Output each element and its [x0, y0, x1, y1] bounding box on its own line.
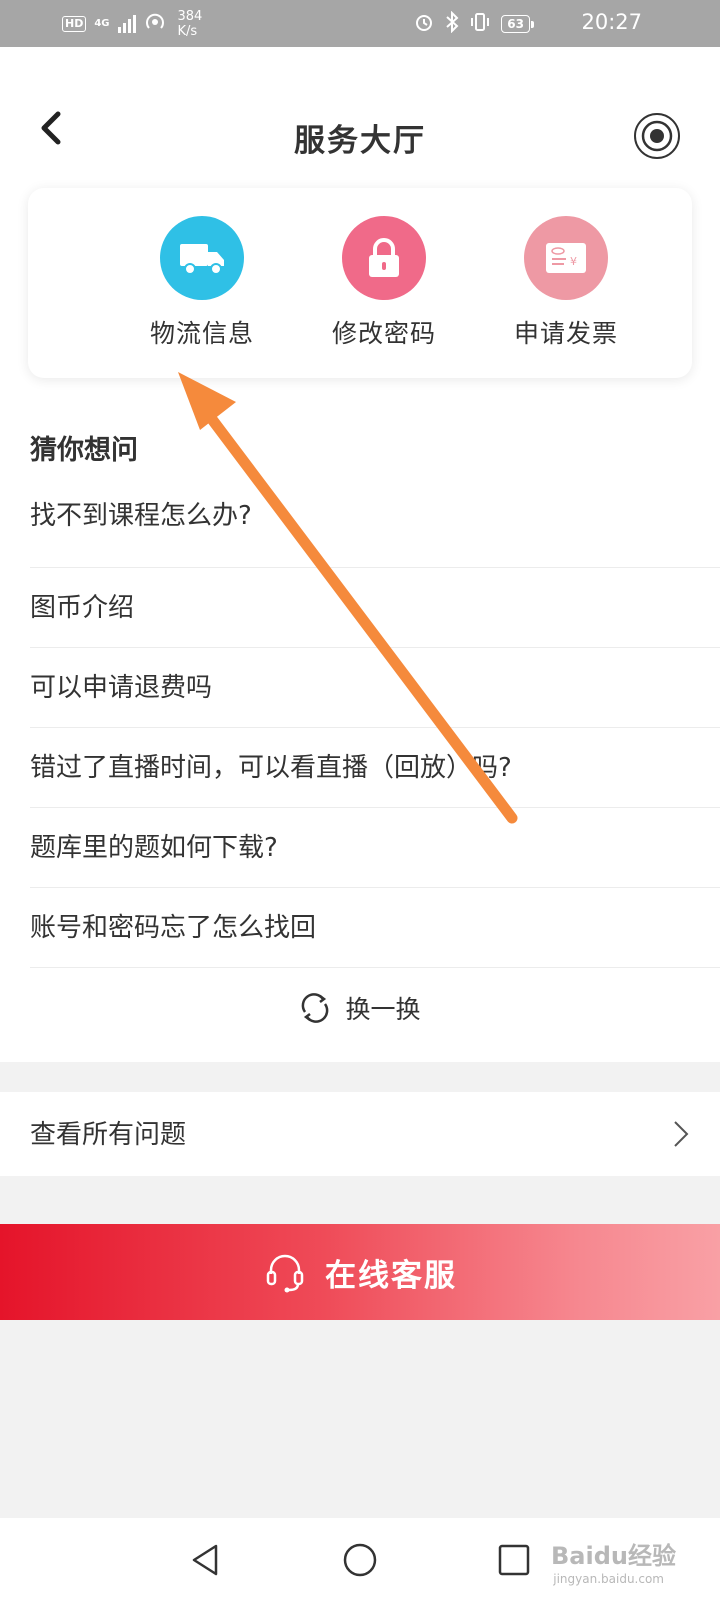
vibrate-icon [469, 11, 491, 38]
truck-icon [160, 216, 244, 300]
faq-item[interactable]: 题库里的题如何下载? [30, 808, 720, 888]
target-button[interactable] [633, 112, 681, 160]
clock: 20:27 [581, 10, 642, 34]
lock-icon [342, 216, 426, 300]
online-service-button[interactable]: 在线客服 [0, 1224, 720, 1320]
chevron-right-icon [674, 1121, 689, 1147]
service-label: 修改密码 [331, 319, 436, 348]
baidu-watermark: Baidu经验 [551, 1542, 676, 1570]
service-card: 物流信息 修改密码 ¥ 申请发票 [28, 188, 692, 378]
signal-icon [117, 15, 136, 33]
status-left: HD 4G 384 K/s [62, 6, 202, 42]
network-speed: 384 K/s [178, 9, 203, 39]
refresh-label: 换一换 [345, 995, 421, 1024]
service-change-password[interactable]: 修改密码 [314, 216, 454, 350]
faq-item[interactable]: 错过了直播时间，可以看直播（回放）吗? [30, 728, 720, 808]
online-service-label: 在线客服 [325, 1257, 457, 1294]
network-type: 4G [94, 18, 110, 29]
invoice-icon: ¥ [524, 216, 608, 300]
refresh-button[interactable]: 换一换 [0, 990, 720, 1026]
faq-item[interactable]: 图币介绍 [30, 568, 720, 648]
hd-badge: HD [62, 16, 87, 32]
speed-value: 384 [177, 9, 203, 24]
target-icon [634, 113, 680, 159]
page-title: 服务大厅 [294, 123, 426, 159]
status-right: 63 [413, 6, 534, 42]
speed-unit: K/s [177, 24, 198, 39]
nav-home-icon[interactable] [340, 1540, 380, 1580]
service-logistics[interactable]: 物流信息 [132, 216, 272, 350]
status-bar: HD 4G 384 K/s 63 20:27 [0, 0, 720, 47]
service-label: 申请发票 [513, 319, 618, 348]
service-label: 物流信息 [149, 319, 254, 348]
faq-list: 找不到课程怎么办? 图币介绍 可以申请退费吗 错过了直播时间，可以看直播（回放）… [30, 488, 720, 968]
faq-item[interactable]: 找不到课程怎么办? [30, 488, 720, 568]
svg-text:¥: ¥ [570, 255, 577, 268]
headset-icon [266, 1254, 304, 1293]
all-questions-row[interactable]: 查看所有问题 [0, 1092, 720, 1176]
service-invoice[interactable]: ¥ 申请发票 [496, 216, 636, 350]
faq-item[interactable]: 可以申请退费吗 [30, 648, 720, 728]
faq-section-title: 猜你想问 [30, 435, 138, 466]
hotspot-icon [144, 11, 166, 37]
battery-indicator: 63 [501, 15, 534, 33]
nav-back-icon[interactable] [186, 1540, 226, 1580]
bluetooth-icon [445, 10, 459, 38]
nav-recents-icon[interactable] [494, 1540, 534, 1580]
refresh-icon [302, 993, 329, 1023]
baidu-watermark-url: jingyan.baidu.com [553, 1572, 664, 1586]
all-questions-label: 查看所有问题 [30, 1120, 187, 1150]
faq-item[interactable]: 账号和密码忘了怎么找回 [30, 888, 720, 968]
alarm-icon [413, 11, 435, 38]
